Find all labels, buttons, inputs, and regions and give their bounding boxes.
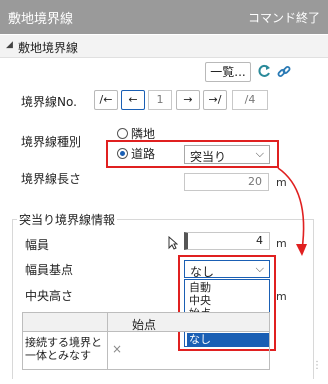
next-button[interactable]: → xyxy=(176,90,200,110)
window-title: 敷地境界線 xyxy=(8,12,74,27)
title-bar: 敷地境界線 コマンド終了 xyxy=(0,0,328,34)
chevron-down-icon: ⌵ xyxy=(255,147,264,160)
width-label: 幅員 xyxy=(25,238,50,252)
radio-road[interactable] xyxy=(117,148,128,159)
scroll-indicator[interactable]: ⋮ xyxy=(312,360,322,374)
collapse-arrow-icon[interactable]: ◢ xyxy=(6,40,13,50)
center-height-unit: m xyxy=(276,290,287,303)
boundary-total: /4 xyxy=(232,90,268,110)
table-divider xyxy=(107,312,108,370)
radio-road-label: 道路 xyxy=(131,147,156,161)
width-input[interactable]: 4 xyxy=(184,232,270,250)
list-button[interactable]: 一覧... xyxy=(205,62,251,82)
last-button[interactable]: →/ xyxy=(203,90,227,110)
first-button[interactable]: /← xyxy=(94,90,118,110)
center-height-label: 中央高さ xyxy=(25,289,74,303)
option-center[interactable]: 中央 xyxy=(187,294,269,307)
table-cell-start[interactable]: × xyxy=(112,342,122,356)
boundary-length-label: 境界線長さ xyxy=(21,172,82,186)
table-row-label: 接続する境界と一体とみなす xyxy=(25,336,102,362)
boundary-no-label: 境界線No. xyxy=(21,95,77,109)
prev-button[interactable]: ← xyxy=(121,90,145,110)
road-kind-select[interactable]: 突当り ⌵ xyxy=(184,145,270,164)
dead-end-group-title: 突当り境界線情報 xyxy=(17,211,118,228)
option-auto[interactable]: 自動 xyxy=(187,281,269,294)
boundary-no-input[interactable]: 1 xyxy=(148,90,172,110)
table-header-start: 始点 xyxy=(132,318,157,332)
base-point-select[interactable]: なし ⌵ xyxy=(184,260,270,279)
section-title: 敷地境界線 xyxy=(18,41,79,55)
end-command-button[interactable]: コマンド終了 xyxy=(248,9,320,26)
base-point-value: なし xyxy=(190,265,215,279)
boundary-length-input[interactable]: 20 xyxy=(184,173,269,191)
base-point-label: 幅員基点 xyxy=(25,263,74,277)
boundary-type-label: 境界線種別 xyxy=(21,135,82,149)
chevron-down-icon: ⌵ xyxy=(255,262,264,275)
section-header[interactable]: ◢ 敷地境界線 xyxy=(0,35,328,58)
red-arrow-annotation xyxy=(277,167,307,256)
link-icon[interactable] xyxy=(276,64,292,80)
refresh-icon[interactable] xyxy=(256,62,272,80)
road-kind-value: 突当り xyxy=(190,150,227,164)
radio-neighbor[interactable] xyxy=(117,128,128,139)
mouse-cursor-icon xyxy=(168,235,179,250)
